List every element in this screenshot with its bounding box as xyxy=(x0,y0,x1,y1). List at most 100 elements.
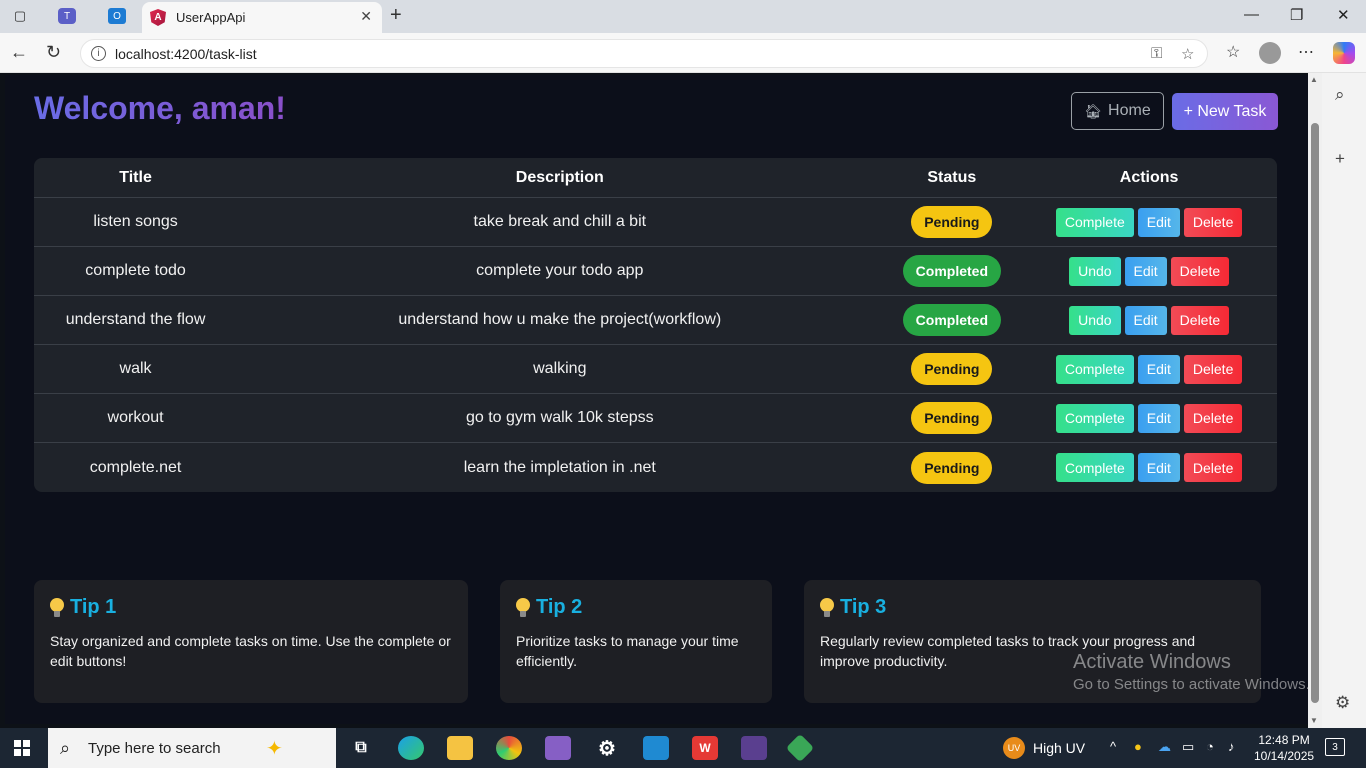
status-badge: Completed xyxy=(902,255,1001,287)
scroll-up-icon[interactable]: ▲ xyxy=(1310,75,1318,84)
home-label: Home xyxy=(1108,102,1151,119)
tab-title: UserAppApi xyxy=(176,10,246,25)
delete-button[interactable]: Delete xyxy=(1183,207,1243,237)
tip-card-2: Tip 2 Prioritize tasks to manage your ti… xyxy=(500,580,772,703)
lightbulb-icon xyxy=(516,597,530,618)
task-title: complete.net xyxy=(89,458,182,476)
tip-title: Tip 1 xyxy=(70,596,117,618)
windows-start-icon[interactable] xyxy=(14,740,30,756)
tip-title: Tip 3 xyxy=(840,596,887,618)
windows-taskbar: ⌕ Type here to search ✦ ⧉ ⚙ W UV High UV… xyxy=(0,728,1366,768)
tip-text: Stay organized and complete tasks on tim… xyxy=(50,633,451,669)
terminal-icon[interactable] xyxy=(741,736,767,760)
complete-button[interactable]: Complete xyxy=(1055,403,1134,433)
tab-actions-icon[interactable]: ▢ xyxy=(9,6,31,26)
edit-button[interactable]: Edit xyxy=(1137,403,1180,433)
back-button[interactable]: ← xyxy=(10,42,28,63)
welcome-heading: Welcome, aman! xyxy=(34,90,286,126)
git-icon[interactable] xyxy=(785,733,815,763)
settings-icon[interactable]: ⚙ xyxy=(594,736,620,760)
vscode-icon[interactable] xyxy=(643,736,669,760)
table-row: workout go to gym walk 10k stepss Pendin… xyxy=(34,394,1277,443)
settings-gear-icon[interactable]: ⚙ xyxy=(1335,693,1350,713)
address-bar-row: ← ↻ i localhost:4200/task-list ⚿ ☆ ☆ ⋯ xyxy=(0,33,1366,73)
task-title: complete todo xyxy=(85,262,186,279)
table-header: Title Description Status Actions xyxy=(34,158,1277,198)
status-badge: Pending xyxy=(911,206,993,238)
task-description: take break and chill a bit xyxy=(473,213,647,230)
header-actions: Actions xyxy=(1119,168,1179,186)
search-icon[interactable]: ⌕ xyxy=(1335,85,1345,105)
browser-sidebar: ⌕ + ⚙ xyxy=(1322,73,1366,728)
task-description: walking xyxy=(533,360,587,377)
favorite-star-icon[interactable]: ☆ xyxy=(1181,45,1194,63)
undo-button[interactable]: Undo xyxy=(1069,256,1121,286)
restore-button[interactable]: ❐ xyxy=(1290,6,1303,24)
delete-button[interactable]: Delete xyxy=(1170,256,1230,286)
tray-expand-icon[interactable]: ^ xyxy=(1110,739,1116,754)
url-text[interactable]: localhost:4200/task-list xyxy=(115,46,257,62)
file-explorer-icon[interactable] xyxy=(447,736,473,760)
task-title: understand the flow xyxy=(65,311,206,328)
tip-title: Tip 2 xyxy=(536,596,583,618)
weather-uv-icon[interactable]: UV xyxy=(1003,737,1025,759)
weather-text[interactable]: High UV xyxy=(1033,740,1085,756)
task-description: understand how u make the project(workfl… xyxy=(398,311,722,328)
table-row: complete.net learn the impletation in .n… xyxy=(34,443,1277,492)
chrome-icon[interactable] xyxy=(496,736,522,760)
undo-button[interactable]: Undo xyxy=(1069,305,1121,335)
edit-button[interactable]: Edit xyxy=(1137,207,1180,237)
close-window-button[interactable]: ✕ xyxy=(1337,6,1350,24)
key-icon[interactable]: ⚿ xyxy=(1151,45,1162,62)
complete-button[interactable]: Complete xyxy=(1055,453,1134,482)
tip-text: Prioritize tasks to manage your time eff… xyxy=(516,633,739,669)
status-badge: Pending xyxy=(911,402,993,434)
teams-tab-icon[interactable]: T xyxy=(58,8,76,24)
delete-button[interactable]: Delete xyxy=(1170,305,1230,335)
site-info-icon[interactable]: i xyxy=(91,46,106,61)
edit-button[interactable]: Edit xyxy=(1137,354,1180,384)
tab-userappapi[interactable]: A UserAppApi ✕ xyxy=(142,2,382,33)
delete-button[interactable]: Delete xyxy=(1183,453,1243,482)
complete-button[interactable]: Complete xyxy=(1055,354,1134,384)
search-placeholder[interactable]: Type here to search xyxy=(88,740,221,757)
close-tab-icon[interactable]: ✕ xyxy=(360,8,372,25)
add-icon[interactable]: + xyxy=(1335,149,1345,169)
edit-button[interactable]: Edit xyxy=(1124,305,1167,335)
minimize-button[interactable]: — xyxy=(1244,6,1259,23)
taskbar-clock[interactable]: 12:48 PM 10/14/2025 xyxy=(1254,732,1314,764)
task-view-icon[interactable]: ⧉ xyxy=(348,736,374,760)
complete-button[interactable]: Complete xyxy=(1055,207,1134,237)
taskbar-search[interactable]: ⌕ Type here to search ✦ xyxy=(48,728,336,768)
edit-button[interactable]: Edit xyxy=(1137,453,1180,482)
refresh-button[interactable]: ↻ xyxy=(46,42,61,63)
edge-icon[interactable] xyxy=(398,736,424,760)
visual-studio-icon[interactable] xyxy=(545,736,571,760)
more-menu-icon[interactable]: ⋯ xyxy=(1298,42,1314,62)
url-field[interactable]: i localhost:4200/task-list ⚿ ☆ xyxy=(80,39,1208,68)
delete-button[interactable]: Delete xyxy=(1183,403,1243,433)
new-task-button[interactable]: + New Task xyxy=(1172,93,1278,130)
outlook-tab-icon[interactable]: O xyxy=(108,8,126,24)
wifi-icon[interactable]: ◔ xyxy=(1206,739,1214,754)
favorites-icon[interactable]: ☆ xyxy=(1226,42,1240,62)
header-title: Title xyxy=(119,168,152,186)
task-title: walk xyxy=(119,360,152,377)
onedrive-icon[interactable]: ☁ xyxy=(1158,739,1171,755)
notification-icon[interactable]: 3 xyxy=(1325,738,1345,756)
edit-button[interactable]: Edit xyxy=(1124,256,1167,286)
wps-icon[interactable]: W xyxy=(692,736,718,760)
home-button[interactable]: 🏠︎ Home xyxy=(1071,92,1164,130)
scroll-thumb[interactable] xyxy=(1311,123,1319,703)
profile-avatar[interactable] xyxy=(1259,42,1281,64)
lightbulb-icon xyxy=(50,597,64,618)
copilot-icon[interactable] xyxy=(1333,42,1355,64)
volume-icon[interactable]: ♪ xyxy=(1228,739,1235,754)
new-tab-button[interactable]: + xyxy=(390,4,402,27)
delete-button[interactable]: Delete xyxy=(1183,354,1243,384)
header-description: Description xyxy=(515,168,604,186)
battery-icon[interactable]: ▭ xyxy=(1182,739,1194,755)
scroll-down-icon[interactable]: ▼ xyxy=(1310,716,1318,725)
tray-app-icon[interactable]: ● xyxy=(1134,739,1142,754)
page-scrollbar[interactable]: ▲ ▼ xyxy=(1308,73,1322,728)
